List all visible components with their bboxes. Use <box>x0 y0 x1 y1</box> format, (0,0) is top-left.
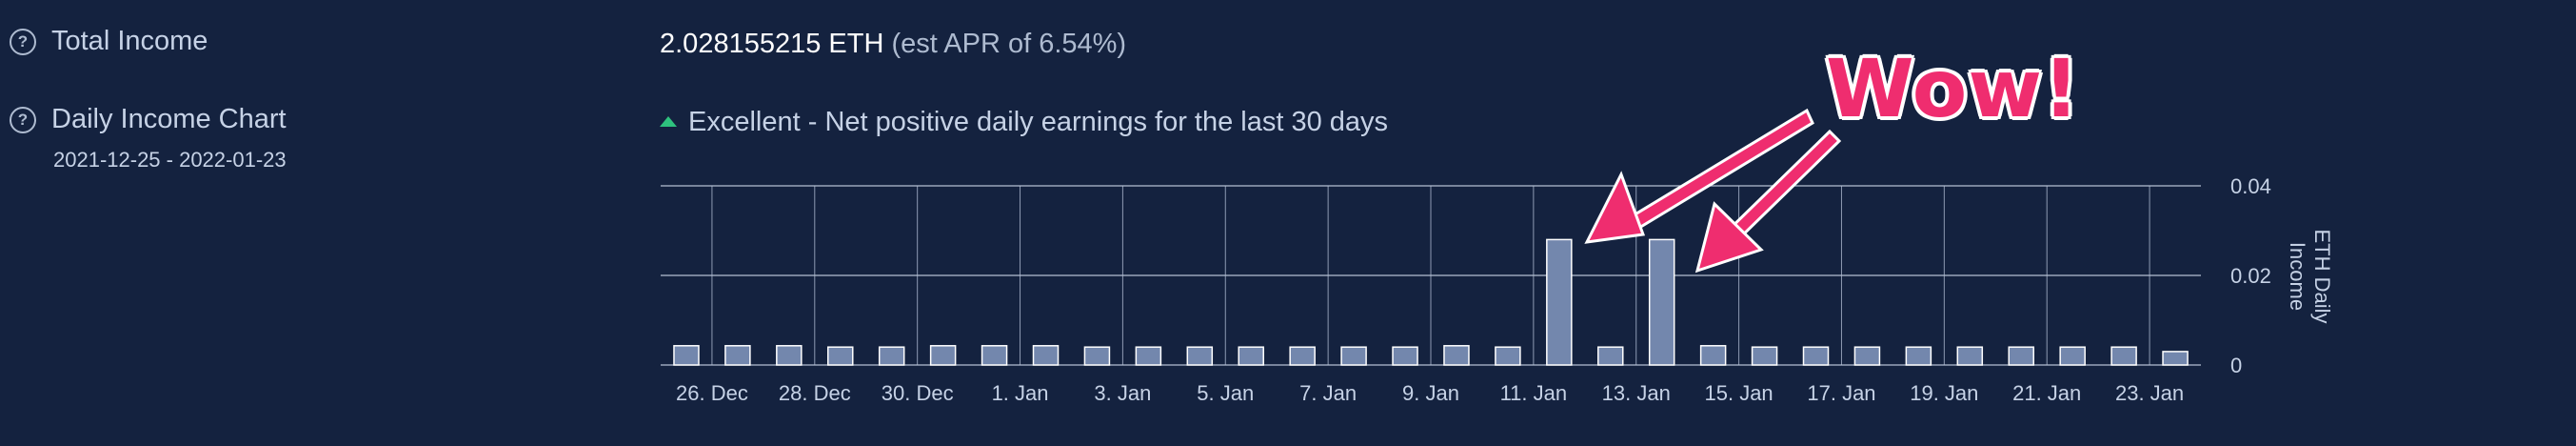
arrow-icon <box>1584 171 1646 244</box>
x-tick-label: 21. Jan <box>2012 381 2081 405</box>
x-tick-label: 19. Jan <box>1910 381 1978 405</box>
bar[interactable] <box>1392 346 1418 366</box>
bar[interactable] <box>1135 346 1162 366</box>
bar[interactable] <box>1802 346 1830 366</box>
x-tick-label: 23. Jan <box>2115 381 2184 405</box>
x-tick-label: 26. Dec <box>676 381 748 405</box>
y-tick-label: 0 <box>2230 354 2242 377</box>
bar[interactable] <box>929 345 957 366</box>
annotation-arrows <box>1584 108 1842 274</box>
bar[interactable] <box>878 346 905 366</box>
bar[interactable] <box>1340 346 1367 366</box>
bar[interactable] <box>1289 346 1316 366</box>
bar[interactable] <box>1032 345 1060 366</box>
x-tick-label: 1. Jan <box>992 381 1049 405</box>
bar[interactable] <box>1238 346 1264 366</box>
bar[interactable] <box>1751 346 1778 366</box>
bar[interactable] <box>2059 346 2086 366</box>
bar[interactable] <box>1186 346 1214 366</box>
bar[interactable] <box>1699 345 1727 366</box>
y-tick-label: 0.02 <box>2230 264 2271 288</box>
bar[interactable] <box>1495 346 1521 366</box>
bar[interactable] <box>1905 346 1932 366</box>
y-axis-title: ETH DailyIncome <box>2286 229 2334 323</box>
bar[interactable] <box>2162 351 2189 366</box>
bar[interactable] <box>1546 238 1573 366</box>
x-tick-label: 28. Dec <box>779 381 851 405</box>
bar[interactable] <box>1083 346 1111 366</box>
bar[interactable] <box>981 345 1008 366</box>
bar[interactable] <box>827 346 854 366</box>
bar[interactable] <box>1956 346 1984 366</box>
bar[interactable] <box>1648 238 1675 366</box>
bar[interactable] <box>1443 345 1470 366</box>
bar[interactable] <box>673 345 700 366</box>
bar[interactable] <box>1853 346 1881 366</box>
x-tick-label: 5. Jan <box>1197 381 1254 405</box>
x-tick-label: 30. Dec <box>882 381 954 405</box>
bar[interactable] <box>776 345 803 366</box>
bar[interactable] <box>724 345 751 366</box>
x-tick-label: 11. Jan <box>1500 381 1568 405</box>
x-tick-label: 17. Jan <box>1807 381 1875 405</box>
x-tick-label: 7. Jan <box>1299 381 1357 405</box>
x-tick-label: 15. Jan <box>1705 381 1773 405</box>
x-tick-label: 9. Jan <box>1402 381 1459 405</box>
x-tick-label: 3. Jan <box>1094 381 1151 405</box>
x-tick-label: 13. Jan <box>1602 381 1671 405</box>
y-tick-label: 0.04 <box>2230 174 2271 198</box>
wow-callout: Wow! <box>1826 42 2081 135</box>
bar[interactable] <box>2110 346 2137 366</box>
bar[interactable] <box>2008 346 2034 366</box>
bar[interactable] <box>1597 346 1624 366</box>
daily-income-chart: 26. Dec 28. Dec 30. Dec 1. Jan 3. Jan 5. Jan 7… <box>661 108 2334 405</box>
